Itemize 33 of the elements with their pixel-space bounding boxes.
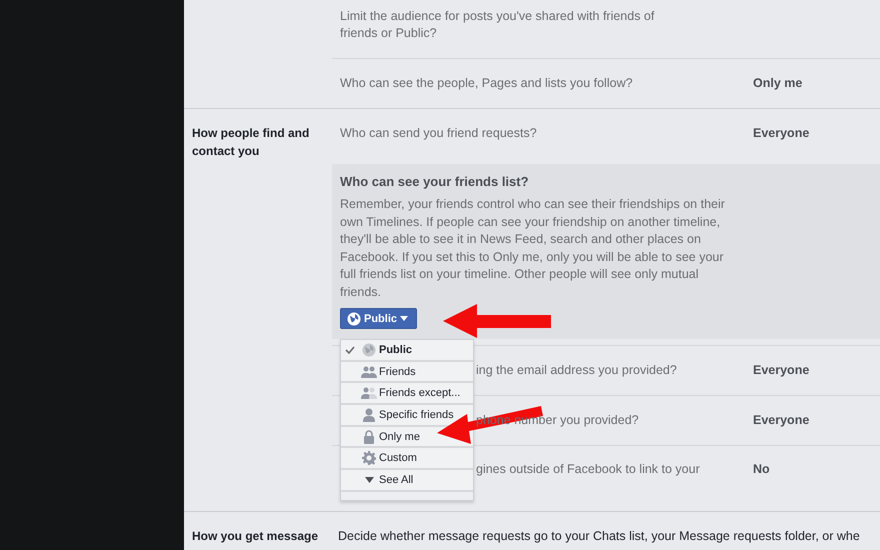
setting-question: phone number you provided? — [476, 412, 639, 429]
setting-value[interactable]: Only me — [745, 75, 802, 92]
setting-question: Who can send you friend requests? — [340, 125, 538, 142]
menu-item[interactable]: Public — [341, 340, 473, 362]
caret-icon — [364, 476, 374, 483]
menu-item[interactable]: Friends except... — [341, 383, 473, 406]
section-label: How you get message — [191, 528, 320, 545]
menu-item[interactable]: See All — [341, 470, 473, 492]
setting-question: Limit the audience for posts you've shared with friends of friends or Public? — [340, 8, 656, 42]
setting-question: Decide whether message requests go to your Chats list, your Message requests folder, or whe — [338, 528, 860, 545]
setting-value[interactable]: Everyone — [745, 125, 810, 142]
lock-icon — [363, 430, 375, 444]
panel-title: Who can see your friends list? — [340, 174, 530, 189]
caret-icon — [400, 316, 408, 321]
gear-icon — [362, 451, 376, 466]
setting-value[interactable]: No — [745, 461, 770, 478]
panel-description: Remember, your friends control who can see their friendships on their own Timelines. If people can see your friendship on another timeline, they'll be able to see it in News Feed, search and other places on Facebook. If you set this to Only me, only you will be able to see your full friends list on your timeline. Other people will see only mutual friends. — [340, 196, 726, 300]
setting-question: ing the email address you provided? — [476, 362, 677, 379]
friends-icon — [361, 387, 377, 400]
setting-value[interactable]: Everyone — [745, 412, 810, 429]
setting-value[interactable]: Everyone — [745, 362, 810, 379]
menu-item[interactable]: Custom — [341, 448, 473, 470]
person-icon — [363, 408, 375, 422]
menu-item[interactable]: Specific friends — [341, 405, 473, 427]
globe-icon — [362, 342, 376, 357]
friends-icon — [361, 366, 377, 378]
setting-question: Who can see the people, Pages and lists you follow? — [340, 75, 634, 92]
section-label: How people find and contact you — [191, 125, 310, 160]
menu-item[interactable]: Friends — [341, 362, 473, 384]
audience-button[interactable]: Public — [340, 308, 418, 329]
check-icon — [345, 346, 355, 354]
globe-icon — [347, 312, 361, 326]
setting-question: gines outside of Facebook to link to your — [476, 461, 700, 478]
